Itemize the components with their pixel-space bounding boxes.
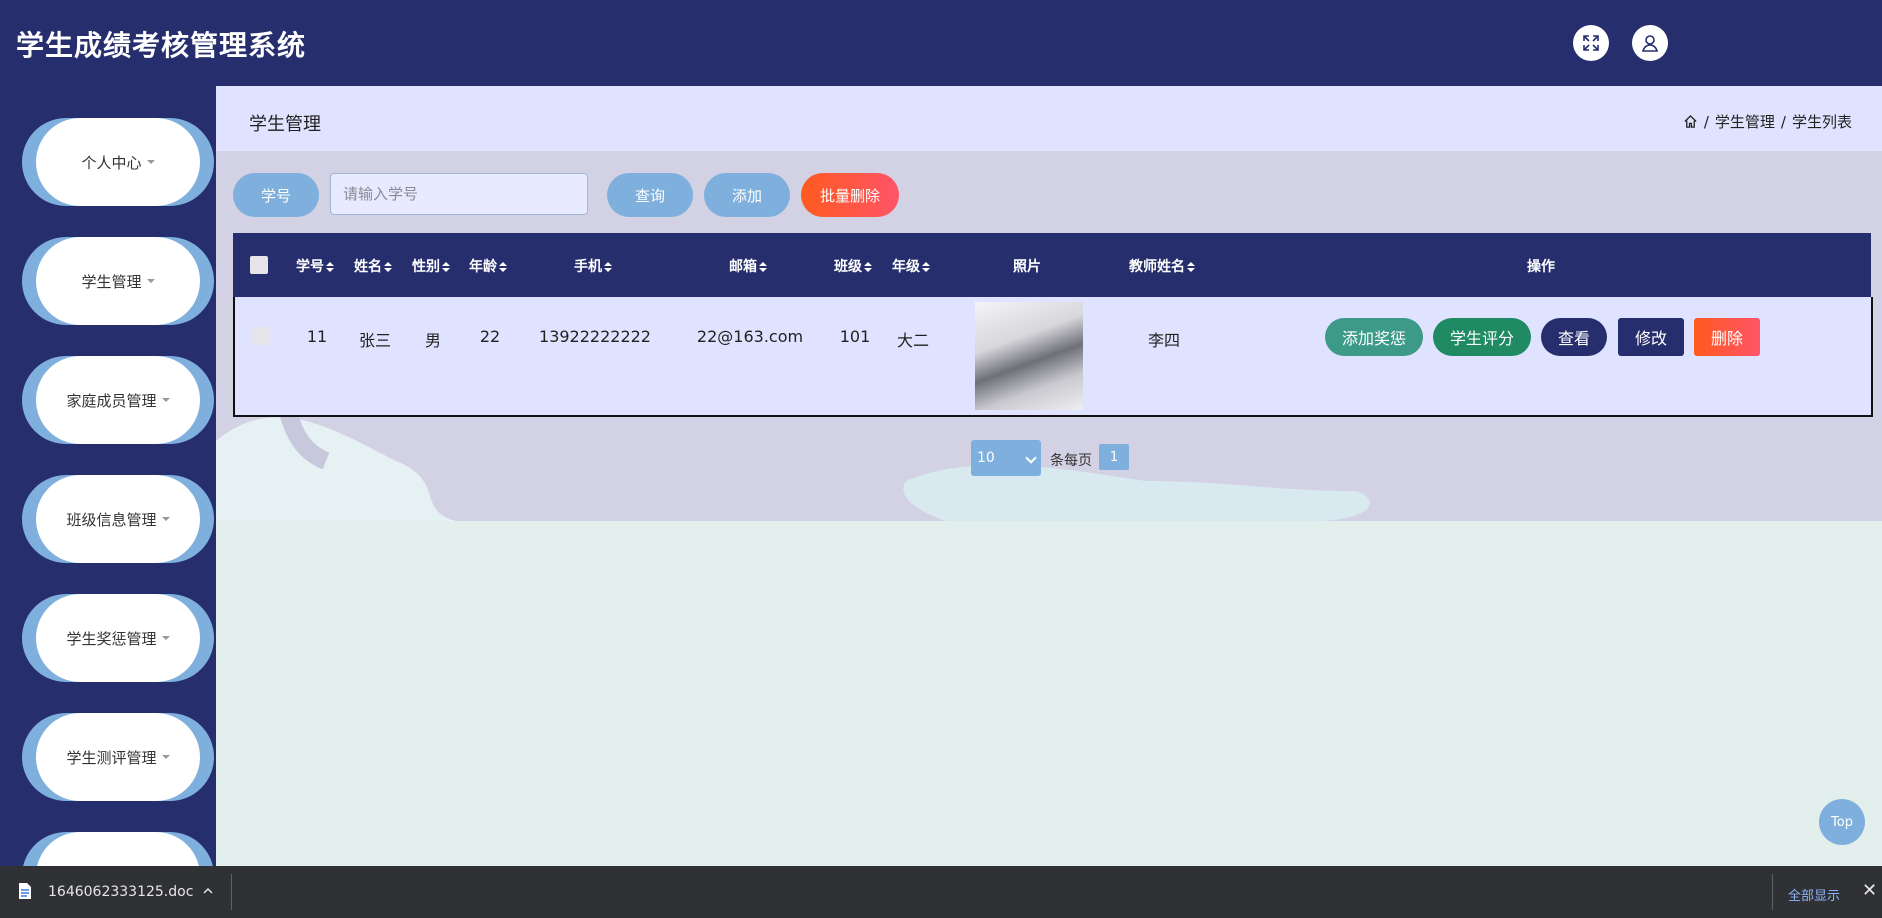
cell-teacher-name: 李四 [1147,331,1181,350]
col-header-photo: 照片 [1013,259,1041,275]
caret-down-icon [146,279,155,283]
sort-icon [604,262,612,272]
col-header-email[interactable]: 邮箱 [729,256,767,276]
add-reward-button[interactable]: 添加奖惩 [1325,318,1423,356]
expand-icon [1583,35,1599,51]
download-file-name[interactable]: 1646062333125.doc [48,884,193,900]
sidebar-item-label: 个人中心 [81,153,142,172]
breadcrumb-item-student-list: 学生列表 [1791,113,1852,131]
col-header-class[interactable]: 班级 [834,256,872,276]
app-title: 学生成绩考核管理系统 [16,29,307,62]
fullscreen-button[interactable] [1573,25,1609,61]
back-to-top-button[interactable]: Top [1819,799,1865,845]
breadcrumb-separator: / [1703,112,1709,131]
breadcrumb-item-student-management[interactable]: 学生管理 [1715,111,1775,132]
col-header-teacher-name[interactable]: 教师姓名 [1129,256,1195,276]
col-header-grade[interactable]: 年级 [892,256,930,276]
divider [231,874,232,910]
sidebar-item-label: 家庭成员管理 [66,391,157,410]
sidebar-item-personal-center[interactable]: 个人中心 [22,118,214,206]
student-id-label: 学号 [233,173,319,217]
sidebar-item-label: 学生测评管理 [66,748,157,767]
caret-down-icon [161,398,170,402]
sort-icon [1187,262,1195,272]
top-bar: 学生成绩考核管理系统 [0,0,1882,86]
col-header-name[interactable]: 姓名 [354,256,392,276]
query-button[interactable]: 查询 [607,173,693,217]
show-all-downloads-button[interactable]: 全部显示 [1788,885,1840,904]
sidebar-item-label: 学生奖惩管理 [66,629,157,648]
table-row: 11 张三 男 22 13922222222 22@163.com 101 大二… [233,297,1873,417]
download-bar: 1646062333125.doc 全部显示 ✕ [0,866,1882,918]
cell-student-id: 11 [306,327,328,346]
page-title: 学生管理 [249,114,321,135]
caret-down-icon [161,755,170,759]
cell-class: 101 [839,327,871,346]
evaluate-button[interactable]: 学生评分 [1433,318,1531,356]
cell-name: 张三 [358,331,392,350]
sort-icon [499,262,507,272]
row-checkbox[interactable] [252,327,270,345]
close-download-bar-button[interactable]: ✕ [1862,880,1877,901]
breadcrumb: / 学生管理 / 学生列表 [1683,111,1852,132]
per-page-label: 条每页 [1050,453,1092,469]
sidebar-item-more[interactable] [22,832,214,866]
cell-email: 22@163.com [696,327,804,346]
col-header-gender[interactable]: 性别 [412,256,450,276]
user-icon [1641,35,1659,52]
select-all-checkbox[interactable] [250,256,268,274]
student-id-search-input[interactable] [330,173,588,215]
sort-icon [442,262,450,272]
breadcrumb-bar: 学生管理 / 学生管理 / 学生列表 [216,86,1882,151]
sidebar-item-student-management[interactable]: 学生管理 [22,237,214,325]
chevron-down-icon [1025,452,1037,464]
sidebar-item-evaluation[interactable]: 学生测评管理 [22,713,214,801]
delete-button[interactable]: 删除 [1694,318,1760,356]
col-header-actions: 操作 [1527,259,1555,275]
cell-grade: 大二 [896,331,930,350]
sidebar-item-class-info[interactable]: 班级信息管理 [22,475,214,563]
student-photo [975,302,1083,410]
sort-icon [384,262,392,272]
breadcrumb-separator: / [1780,112,1786,131]
sort-icon [326,262,334,272]
cell-age: 22 [479,327,501,346]
caret-down-icon [161,636,170,640]
col-header-phone[interactable]: 手机 [574,256,612,276]
add-button[interactable]: 添加 [704,173,790,217]
sort-icon [864,262,872,272]
sort-icon [759,262,767,272]
home-icon[interactable] [1683,114,1698,129]
page-size-value: 10 [977,450,995,466]
divider [1772,874,1773,910]
chevron-up-icon[interactable] [203,887,213,895]
cell-phone: 13922222222 [539,327,651,346]
view-button[interactable]: 查看 [1541,318,1607,356]
sort-icon [922,262,930,272]
cell-gender: 男 [424,331,442,350]
edit-button[interactable]: 修改 [1618,318,1684,356]
batch-delete-button[interactable]: 批量删除 [801,173,899,217]
page-size-select[interactable]: 10 [971,440,1041,476]
sidebar-item-label: 班级信息管理 [66,510,157,529]
caret-down-icon [161,517,170,521]
sidebar: 个人中心 学生管理 家庭成员管理 班级信息管理 学生奖惩管理 学生测评管理 [0,86,216,866]
document-icon [19,883,31,899]
sidebar-item-rewards-punishments[interactable]: 学生奖惩管理 [22,594,214,682]
col-header-student-id[interactable]: 学号 [296,256,334,276]
sidebar-item-family-members[interactable]: 家庭成员管理 [22,356,214,444]
sidebar-item-label: 学生管理 [81,272,142,291]
user-button[interactable] [1632,25,1668,61]
col-header-age[interactable]: 年龄 [469,256,507,276]
page-number-button[interactable]: 1 [1099,444,1129,470]
table-header: 学号 姓名 性别 年龄 手机 邮箱 班级 年级 照片 教师姓名 操作 [233,233,1871,297]
caret-down-icon [146,160,155,164]
